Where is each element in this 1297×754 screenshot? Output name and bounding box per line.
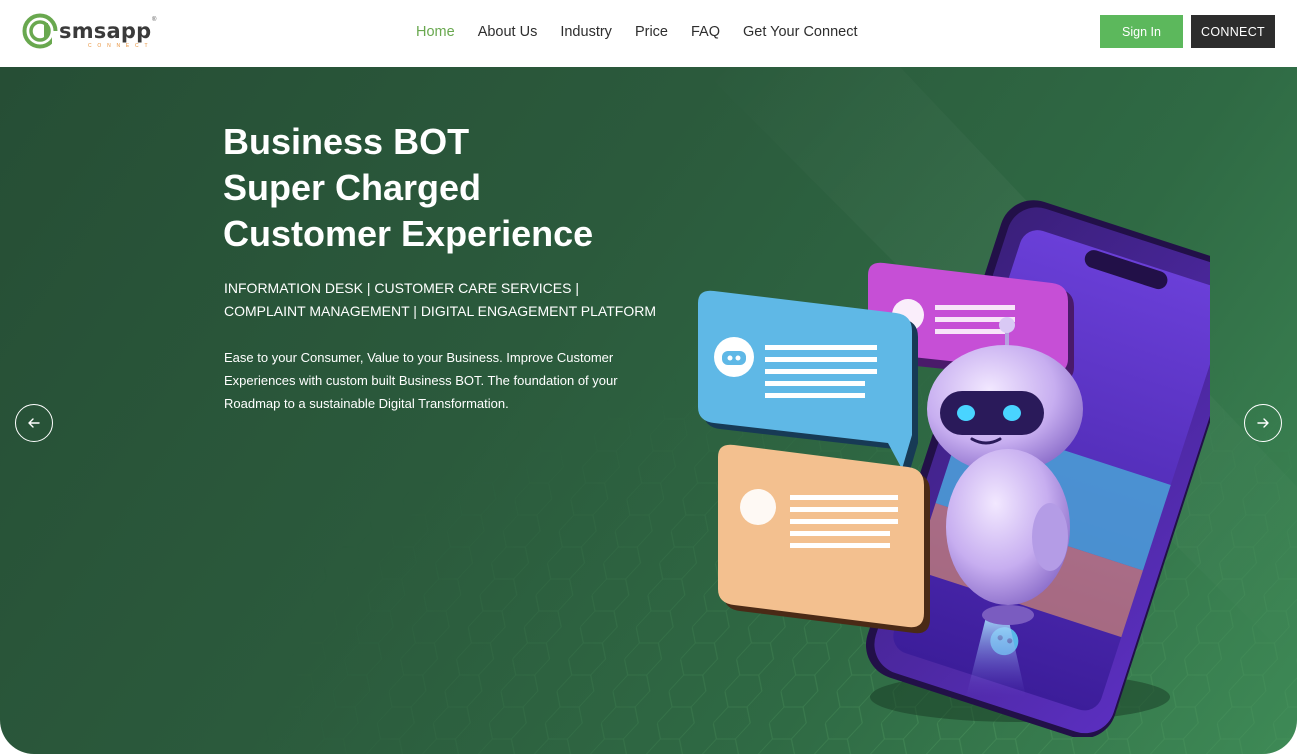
hero-services-line: INFORMATION DESK | CUSTOMER CARE SERVICE… (224, 280, 579, 296)
hero-services: INFORMATION DESK | CUSTOMER CARE SERVICE… (224, 277, 664, 323)
slider-prev-button[interactable] (15, 404, 53, 442)
hero-description: Ease to your Consumer, Value to your Bus… (224, 346, 654, 415)
logo-registered: ® (152, 17, 157, 23)
connect-button[interactable]: CONNECT (1191, 15, 1275, 48)
site-header: smsapp ® CONNECT Home About Us Industry … (0, 0, 1297, 67)
arrow-right-icon (1257, 418, 1269, 428)
logo[interactable]: smsapp ® CONNECT (22, 13, 162, 53)
hero-description-line: Ease to your Consumer, Value to your Bus… (224, 350, 614, 365)
logo-mark-icon (22, 13, 58, 49)
nav-item-price[interactable]: Price (635, 24, 668, 40)
logo-subtext: CONNECT (88, 43, 154, 49)
hero-slider: Business BOT Super Charged Customer Expe… (0, 67, 1297, 754)
arrow-left-icon (28, 418, 40, 428)
hero-title-line: Customer Experience (223, 213, 594, 254)
nav-item-faq[interactable]: FAQ (691, 24, 720, 40)
nav-item-about-us[interactable]: About Us (478, 24, 538, 40)
hero-title-line: Super Charged (223, 167, 482, 208)
sign-in-button[interactable]: Sign In (1100, 15, 1183, 48)
nav-item-home[interactable]: Home (416, 24, 455, 40)
hero-title: Business BOT Super Charged Customer Expe… (223, 119, 683, 257)
nav-item-get-your-connect[interactable]: Get Your Connect (743, 24, 857, 40)
robot-phone-chat-illustration (698, 200, 1210, 737)
slider-next-button[interactable] (1244, 404, 1282, 442)
main-nav: Home About Us Industry Price FAQ Get You… (416, 24, 880, 40)
hero-description-line: Experiences with custom built Business B… (224, 373, 618, 388)
nav-item-industry[interactable]: Industry (560, 24, 612, 40)
hero-title-line: Business BOT (223, 121, 470, 162)
logo-text: smsapp (59, 19, 152, 43)
hero-description-line: Roadmap to a sustainable Digital Transfo… (224, 396, 509, 411)
hero-services-line: COMPLAINT MANAGEMENT | DIGITAL ENGAGEMEN… (224, 303, 656, 319)
